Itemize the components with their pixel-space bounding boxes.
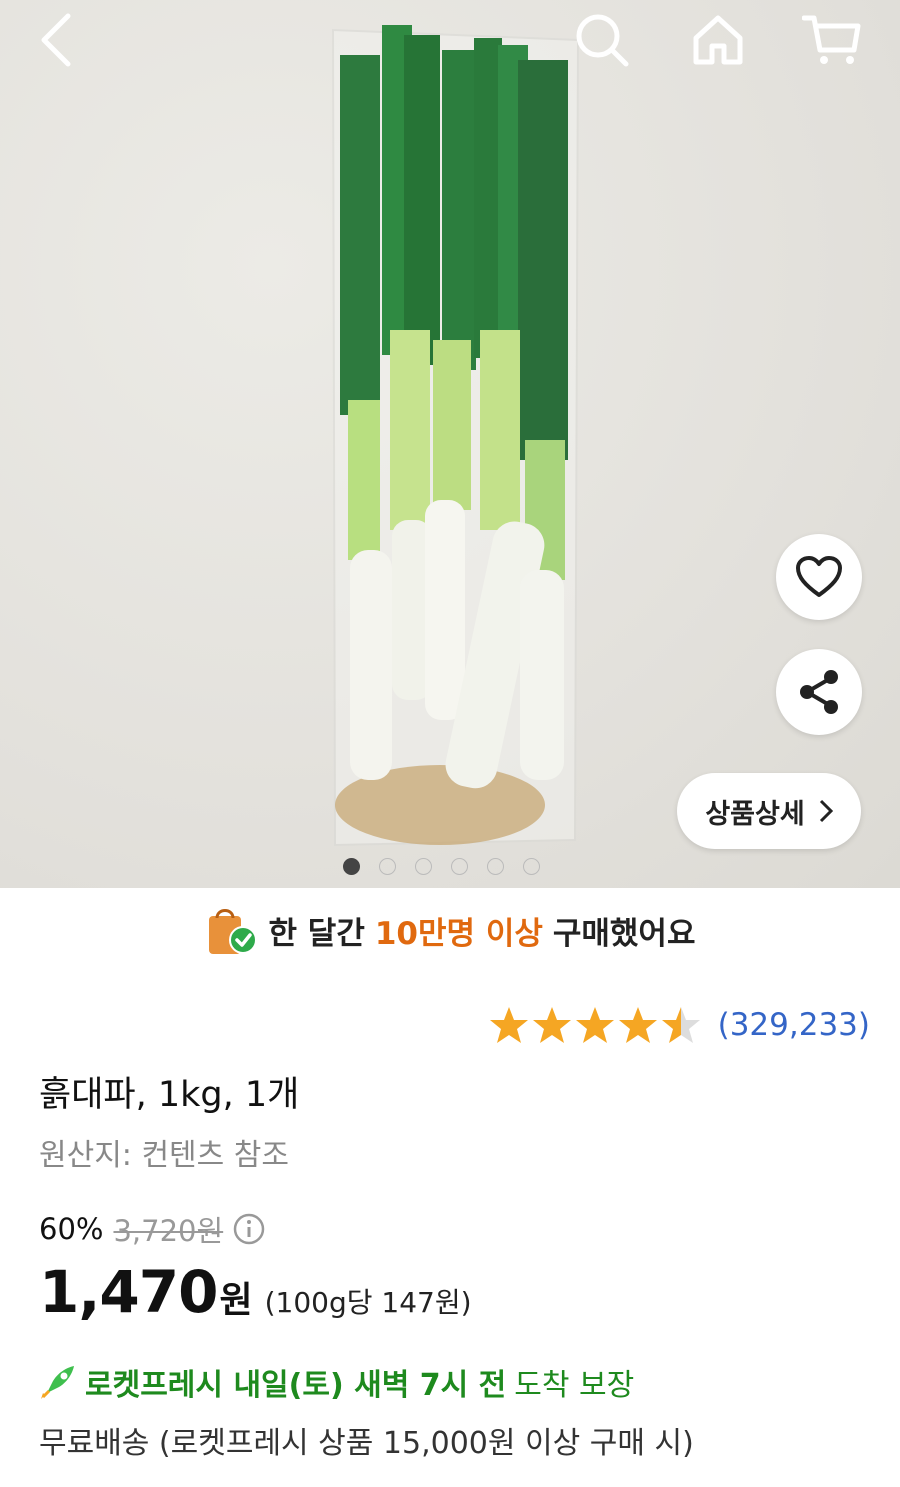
discount-rate: 60% xyxy=(39,1212,104,1246)
banner-highlight: 10만명 이상 xyxy=(374,915,543,952)
heart-icon xyxy=(796,556,842,597)
share-button[interactable] xyxy=(776,649,862,735)
share-icon xyxy=(800,670,838,714)
unit-price: (100g당 147원) xyxy=(264,1286,472,1319)
carousel-dot[interactable] xyxy=(451,858,468,875)
chevron-right-icon xyxy=(819,799,833,823)
star-half-icon xyxy=(661,1007,700,1043)
shipping-info: 무료배송 (로켓프레시 상품 15,000원 이상 구매 시) xyxy=(39,1426,694,1461)
star-icon xyxy=(532,1007,571,1043)
delivery-promise: 로켓프레시 내일(토) 새벽 7시 전 xyxy=(85,1368,507,1403)
wishlist-button[interactable] xyxy=(776,534,862,620)
product-detail-button[interactable]: 상품상세 xyxy=(677,773,861,849)
product-image-carousel[interactable]: 상품상세 xyxy=(0,0,900,888)
delivery-guarantee: 도착 보장 xyxy=(514,1368,635,1403)
product-title: 흙대파, 1kg, 1개 xyxy=(39,1075,300,1115)
carousel-dot[interactable] xyxy=(487,858,504,875)
carousel-dot[interactable] xyxy=(415,858,432,875)
star-icon xyxy=(489,1007,528,1043)
home-icon[interactable] xyxy=(686,8,750,72)
product-detail-label: 상품상세 xyxy=(705,798,805,830)
cart-icon[interactable] xyxy=(800,8,864,72)
carousel-dot[interactable] xyxy=(343,858,360,875)
carousel-dot[interactable] xyxy=(379,858,396,875)
currency-label: 원 xyxy=(219,1280,253,1321)
back-icon[interactable] xyxy=(24,8,88,72)
star-icon xyxy=(575,1007,614,1043)
shopping-bag-check-icon xyxy=(208,909,257,954)
discount-row: 60% 3,720원 xyxy=(39,1208,265,1250)
search-icon[interactable] xyxy=(570,8,634,72)
purchase-count-banner: 한 달간 10만명 이상 구매했어요 xyxy=(0,888,900,972)
star-icon xyxy=(618,1007,657,1043)
original-price: 3,720원 xyxy=(113,1214,224,1248)
top-nav-bar xyxy=(0,0,900,80)
price-row: 1,470 원 (100g당 147원) xyxy=(39,1258,472,1326)
product-origin: 원산지: 컨텐츠 참조 xyxy=(39,1138,289,1173)
review-count[interactable]: (329,233) xyxy=(718,1007,870,1043)
banner-suffix: 구매했어요 xyxy=(552,915,696,952)
banner-prefix: 한 달간 xyxy=(268,915,365,952)
rocket-icon xyxy=(41,1366,74,1399)
carousel-dot[interactable] xyxy=(523,858,540,875)
carousel-dots xyxy=(343,858,540,875)
rating-summary[interactable]: (329,233) xyxy=(489,1005,870,1045)
delivery-info: 로켓프레시 내일(토) 새벽 7시 전 도착 보장 xyxy=(39,1360,634,1404)
product-image xyxy=(331,25,580,847)
info-icon[interactable] xyxy=(233,1213,265,1245)
star-rating xyxy=(489,1007,700,1043)
sale-price: 1,470 xyxy=(39,1258,218,1326)
